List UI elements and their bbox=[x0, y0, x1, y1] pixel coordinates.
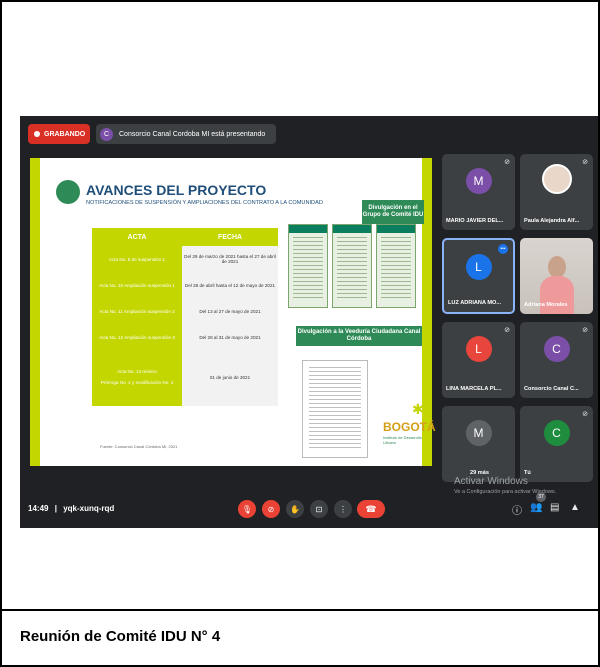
participant-name: LINA MARCELA PL... bbox=[446, 386, 502, 392]
table-header-fecha: FECHA bbox=[182, 228, 278, 246]
participant-name: Consorcio Canal C... bbox=[524, 386, 579, 392]
table-cell bbox=[182, 350, 278, 362]
table-header-acta: ACTA bbox=[92, 228, 182, 246]
avatar: L bbox=[465, 336, 492, 362]
slide-source: Fuente: Consorcio Canal Córdoba MI, 2021 bbox=[100, 444, 178, 449]
table-row bbox=[92, 350, 278, 362]
table-row: Acta No. 12 Ampliación suspensión 3 Del … bbox=[92, 324, 278, 350]
table-row: Acta No. 10 Ampliación suspensión 1 Del … bbox=[92, 272, 278, 298]
slide-title: AVANCES DEL PROYECTO bbox=[86, 182, 267, 198]
slide-subtitle: NOTIFICACIONES DE SUSPENSIÓN Y AMPLIACIO… bbox=[86, 200, 323, 206]
table-cell: Del 28 al 31 de mayo de 2021 bbox=[182, 324, 278, 350]
meeting-code: yqk-xunq-rqd bbox=[63, 504, 115, 513]
bogota-star-icon: ✱ bbox=[412, 401, 424, 417]
chat-icon[interactable]: ▤ bbox=[550, 502, 559, 513]
participant-name: LUZ ADRIANA MO... bbox=[448, 300, 502, 306]
mic-off-icon: ⊘ bbox=[504, 159, 510, 166]
table-cell bbox=[92, 392, 182, 406]
participant-tile-video[interactable]: Adriana Morales bbox=[520, 238, 593, 314]
meeting-clock: 14:49 | yqk-xunq-rqd bbox=[28, 504, 114, 513]
participant-name: Adriana Morales bbox=[524, 302, 568, 308]
avatar: M bbox=[465, 420, 492, 446]
hand-icon[interactable]: ✋ bbox=[286, 500, 304, 518]
divulgacion-veeduria-box: Divulgación a la Veeduría Ciudadana Cana… bbox=[296, 326, 422, 346]
participant-tile[interactable]: ⊘ M MARIO JAVIER DEL... bbox=[442, 154, 515, 230]
table-cell: Acta No. 10 Ampliación suspensión 1 bbox=[92, 272, 182, 298]
self-tile[interactable]: ⊘ C Tú bbox=[520, 406, 593, 482]
participant-name: Tú bbox=[524, 470, 531, 476]
table-cell bbox=[92, 350, 182, 362]
table-row: Acta No. 8 de suspensión 1 Del 29 de mar… bbox=[92, 246, 278, 272]
table-cell: Del 13 al 27 de mayo de 2021 bbox=[182, 298, 278, 324]
divulgacion-comite-box: Divulgación en el Grupo de Comité IDU bbox=[362, 200, 424, 224]
table-row bbox=[92, 392, 278, 406]
record-dot-icon bbox=[34, 131, 40, 137]
separator: | bbox=[54, 504, 57, 513]
whatsapp-screenshot-2 bbox=[332, 224, 372, 308]
avatar: L bbox=[465, 254, 492, 280]
mic-off-icon[interactable]: 🎙 bbox=[238, 500, 256, 518]
participant-tile-active[interactable]: ••• L LUZ ADRIANA MO... bbox=[442, 238, 515, 314]
participant-name: Paula Alejandra Alf... bbox=[524, 218, 580, 224]
table-cell: Del 28 de abril hasta el 12 de mayo de 2… bbox=[182, 272, 278, 298]
mic-off-icon: ⊘ bbox=[582, 411, 588, 418]
table-cell: 01 de junio de 2021 bbox=[182, 362, 278, 392]
more-participants-tile[interactable]: M 29 más bbox=[442, 406, 515, 482]
more-icon[interactable]: ⋮ bbox=[334, 500, 352, 518]
mic-off-icon: ⊘ bbox=[504, 327, 510, 334]
bogota-logo-sub: Instituto de Desarrollo Urbano bbox=[383, 435, 422, 445]
presenter-avatar: C bbox=[100, 127, 113, 141]
slide-circle-decoration bbox=[56, 180, 80, 204]
recording-badge: GRABANDO bbox=[28, 124, 90, 144]
caption: Reunión de Comité IDU N° 4 bbox=[20, 628, 221, 645]
mic-off-icon: ⊘ bbox=[582, 327, 588, 334]
table-cell: Acta No. 12 Ampliación suspensión 3 bbox=[92, 324, 182, 350]
participant-tile[interactable]: ⊘ Paula Alejandra Alf... bbox=[520, 154, 593, 230]
presenting-banner: C Consorcio Canal Cordoba MI está presen… bbox=[96, 124, 276, 144]
table-cell: Del 29 de marzo de 2021 hasta el 27 de a… bbox=[182, 246, 278, 272]
avatar: M bbox=[465, 168, 492, 194]
avatar: C bbox=[543, 420, 570, 446]
mic-off-icon: ⊘ bbox=[582, 159, 588, 166]
camera-off-icon[interactable]: ⊘ bbox=[262, 500, 280, 518]
bogota-logo: BOGOTÁ bbox=[383, 420, 436, 434]
table-cell: Acta No. 8 de suspensión 1 bbox=[92, 246, 182, 272]
presentation-slide: AVANCES DEL PROYECTO NOTIFICACIONES DE S… bbox=[30, 158, 436, 466]
whatsapp-screenshot-1 bbox=[288, 224, 328, 308]
actas-table: ACTA FECHA Acta No. 8 de suspensión 1 De… bbox=[92, 228, 278, 406]
table-cell: Acta No. 11 Ampliación suspensión 2 bbox=[92, 298, 182, 324]
present-icon[interactable]: ⊡ bbox=[310, 500, 328, 518]
table-row: Acta No. 13 reinicio Prórroga No. 1 y mo… bbox=[92, 362, 278, 392]
divider-line bbox=[0, 609, 600, 611]
acta-prorroga: Prórroga No. 1 y modificación No. 4 bbox=[100, 380, 174, 385]
letter-document bbox=[302, 360, 368, 458]
whatsapp-screenshot-3 bbox=[376, 224, 416, 308]
activate-windows-title: Activar Windows bbox=[454, 476, 528, 487]
table-cell bbox=[182, 392, 278, 406]
hangup-icon[interactable]: ☎ bbox=[357, 500, 385, 518]
meeting-controls-bar: 14:49 | yqk-xunq-rqd 🎙 ⊘ ✋ ⊡ ⋮ ☎ Activar… bbox=[20, 476, 598, 528]
acta-reinicio: Acta No. 13 reinicio bbox=[117, 369, 157, 374]
presenting-text: Consorcio Canal Cordoba MI está presenta… bbox=[119, 130, 266, 138]
activities-icon[interactable]: ▲ bbox=[570, 502, 580, 513]
meet-screenshot: GRABANDO C Consorcio Canal Cordoba MI es… bbox=[20, 116, 598, 528]
avatar: C bbox=[543, 336, 570, 362]
avatar-photo bbox=[541, 164, 572, 194]
chat-badge: 37 bbox=[536, 492, 546, 502]
time-text: 14:49 bbox=[28, 504, 49, 513]
recording-label: GRABANDO bbox=[44, 130, 86, 138]
table-row: Acta No. 11 Ampliación suspensión 2 Del … bbox=[92, 298, 278, 324]
info-icon[interactable]: ⓘ bbox=[512, 502, 522, 517]
people-icon[interactable]: 👥 bbox=[530, 502, 542, 513]
table-cell: Acta No. 13 reinicio Prórroga No. 1 y mo… bbox=[92, 362, 182, 392]
participant-name: MARIO JAVIER DEL... bbox=[446, 218, 504, 224]
participant-tile[interactable]: ⊘ L LINA MARCELA PL... bbox=[442, 322, 515, 398]
speaking-icon: ••• bbox=[498, 244, 508, 254]
participant-tile[interactable]: ⊘ C Consorcio Canal C... bbox=[520, 322, 593, 398]
